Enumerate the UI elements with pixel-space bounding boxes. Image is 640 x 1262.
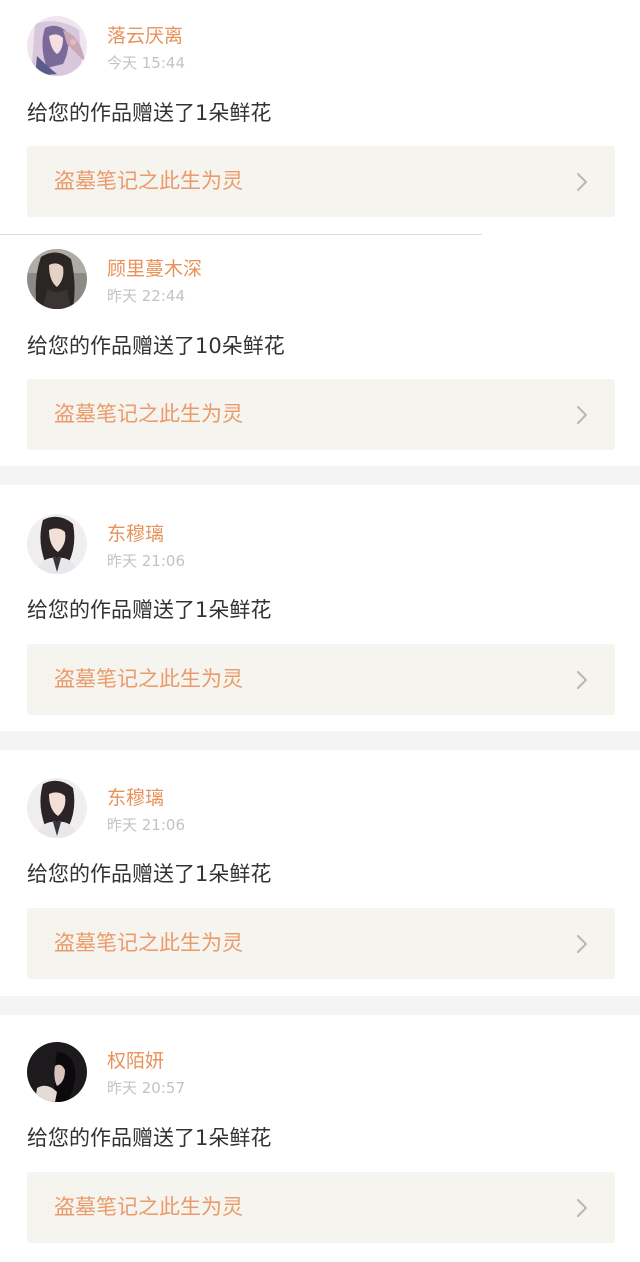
timestamp: 昨天 21:06 [107, 816, 185, 834]
notification-item: 顾里蔓木深 昨天 22:44 给您的作品赠送了10朵鲜花 盗墓笔记之此生为灵 [0, 235, 640, 466]
chevron-right-icon [577, 1199, 587, 1217]
work-title: 盗墓笔记之此生为灵 [54, 667, 243, 691]
section-separator [0, 466, 640, 485]
work-link-card[interactable]: 盗墓笔记之此生为灵 [27, 146, 615, 217]
work-title: 盗墓笔记之此生为灵 [54, 1195, 243, 1219]
work-link-card[interactable]: 盗墓笔记之此生为灵 [27, 908, 615, 979]
timestamp: 昨天 21:06 [107, 552, 185, 570]
notification-item: 东穆璃 昨天 21:06 给您的作品赠送了1朵鲜花 盗墓笔记之此生为灵 [0, 750, 640, 996]
avatar-dark-hair-girl-icon[interactable] [27, 249, 87, 309]
username[interactable]: 权陌妍 [107, 1049, 164, 1073]
avatar-girl-portrait-icon[interactable] [27, 514, 87, 574]
notification-item: 权陌妍 昨天 20:57 给您的作品赠送了1朵鲜花 盗墓笔记之此生为灵 [0, 1015, 640, 1262]
username[interactable]: 东穆璃 [107, 786, 164, 810]
chevron-right-icon [577, 935, 587, 953]
work-title: 盗墓笔记之此生为灵 [54, 169, 243, 193]
section-separator [0, 731, 640, 750]
chevron-right-icon [577, 173, 587, 191]
username[interactable]: 顾里蔓木深 [107, 257, 202, 281]
notification-item: 落云厌离 今天 15:44 给您的作品赠送了1朵鲜花 盗墓笔记之此生为灵 [0, 0, 640, 234]
gift-message: 给您的作品赠送了10朵鲜花 [27, 334, 285, 358]
section-separator [0, 996, 640, 1015]
timestamp: 今天 15:44 [107, 54, 185, 72]
username[interactable]: 东穆璃 [107, 522, 164, 546]
chevron-right-icon [577, 406, 587, 424]
avatar-dark-photo-icon[interactable] [27, 1042, 87, 1102]
work-title: 盗墓笔记之此生为灵 [54, 402, 243, 426]
gift-message: 给您的作品赠送了1朵鲜花 [27, 598, 272, 622]
notification-item: 东穆璃 昨天 21:06 给您的作品赠送了1朵鲜花 盗墓笔记之此生为灵 [0, 485, 640, 731]
timestamp: 昨天 20:57 [107, 1079, 185, 1097]
gift-message: 给您的作品赠送了1朵鲜花 [27, 1126, 272, 1150]
work-link-card[interactable]: 盗墓笔记之此生为灵 [27, 1172, 615, 1243]
work-title: 盗墓笔记之此生为灵 [54, 931, 243, 955]
avatar-girl-portrait-icon[interactable] [27, 778, 87, 838]
gift-message: 给您的作品赠送了1朵鲜花 [27, 101, 272, 125]
gift-message: 给您的作品赠送了1朵鲜花 [27, 862, 272, 886]
chevron-right-icon [577, 671, 587, 689]
flower-gift-notification-list: 落云厌离 今天 15:44 给您的作品赠送了1朵鲜花 盗墓笔记之此生为灵 顾里蔓… [0, 0, 640, 1262]
username[interactable]: 落云厌离 [107, 24, 183, 48]
avatar-anime-girl-icon[interactable] [27, 16, 87, 76]
timestamp: 昨天 22:44 [107, 287, 185, 305]
work-link-card[interactable]: 盗墓笔记之此生为灵 [27, 644, 615, 715]
work-link-card[interactable]: 盗墓笔记之此生为灵 [27, 379, 615, 450]
